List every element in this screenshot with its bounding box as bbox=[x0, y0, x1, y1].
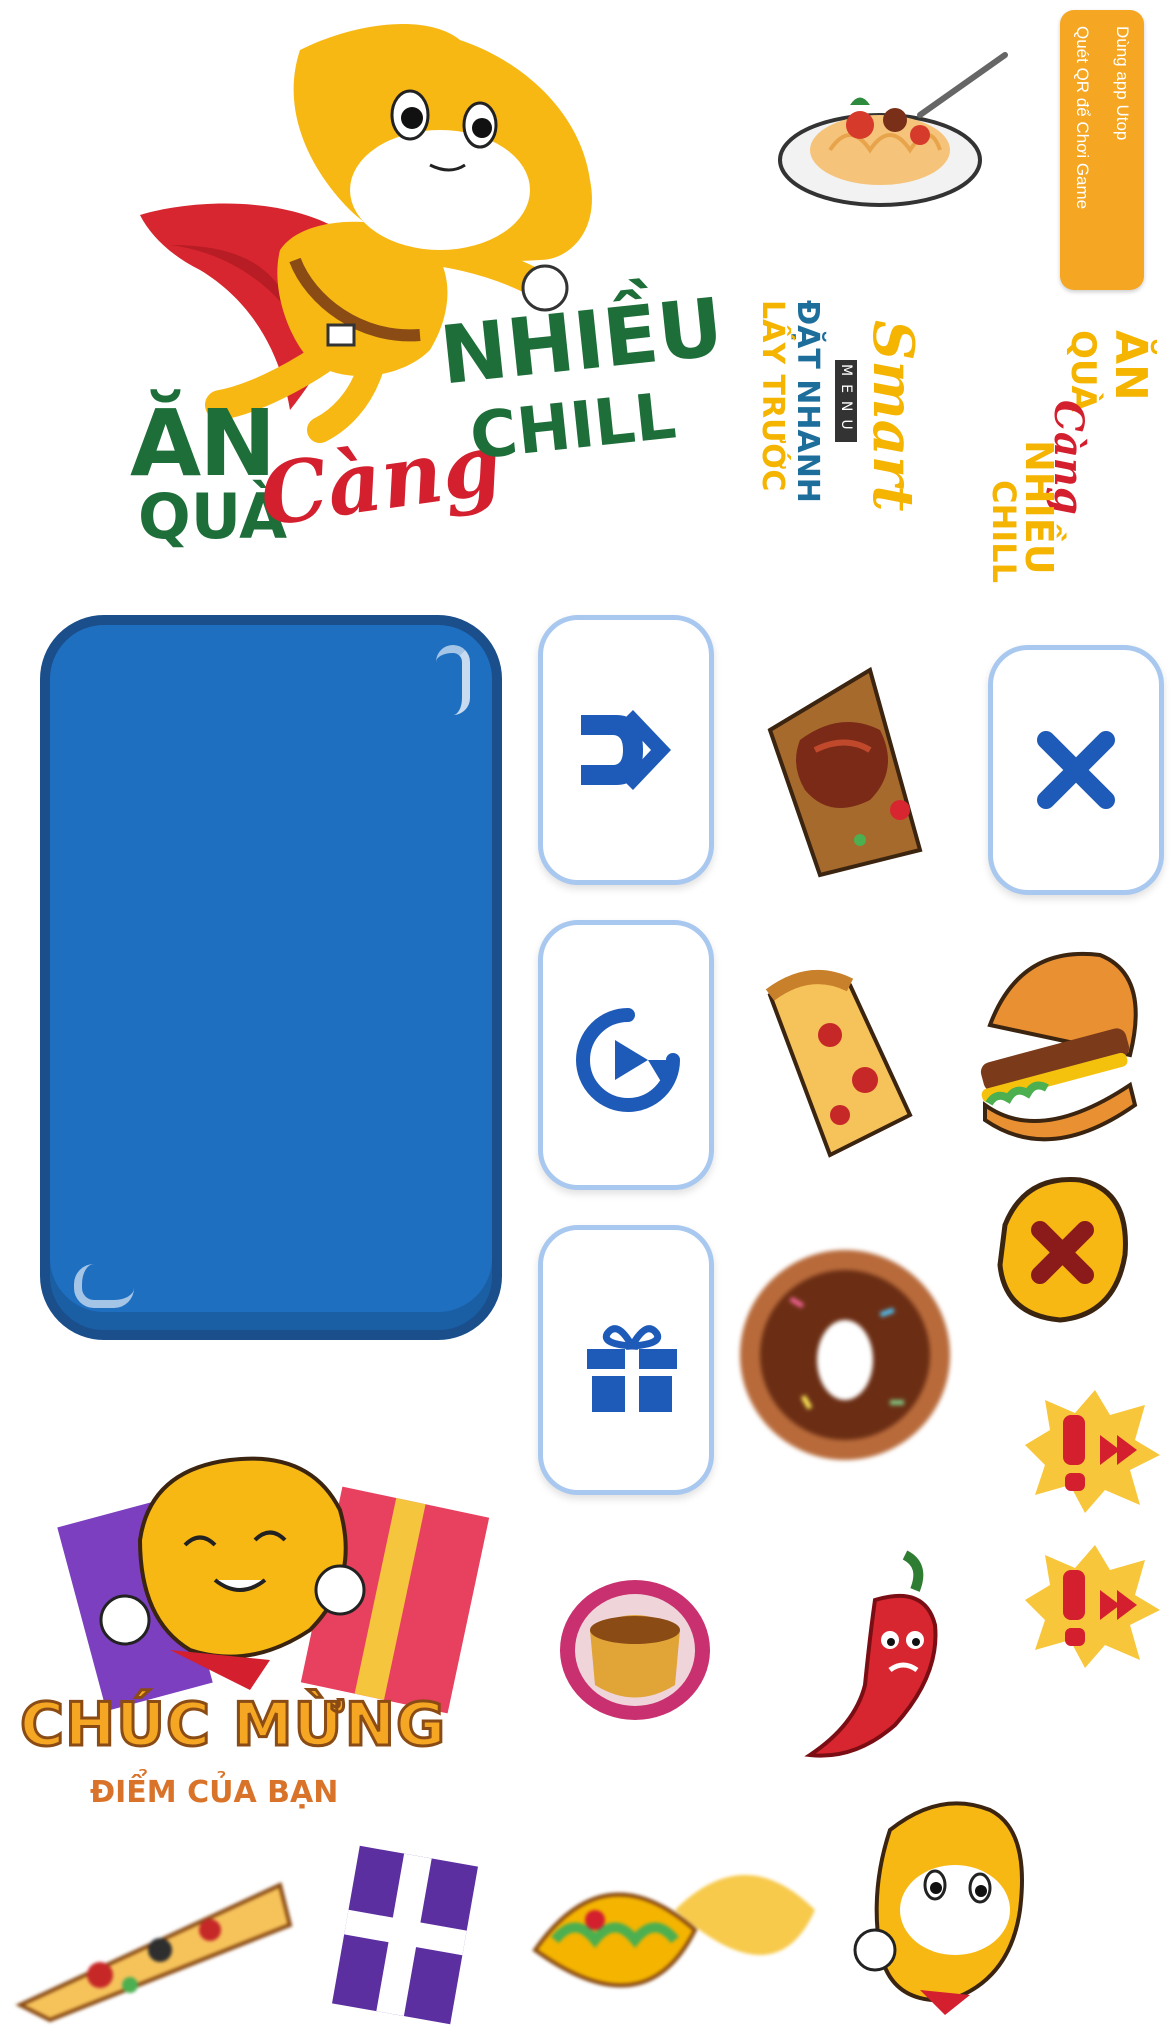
burger-sticker bbox=[960, 935, 1150, 1155]
chili-pepper-icon bbox=[804, 1550, 938, 1758]
donut-icon bbox=[740, 1250, 950, 1460]
pizza-slice-icon bbox=[765, 970, 913, 1158]
mascot-thinking-icon bbox=[853, 1801, 1024, 2015]
wrong-icon bbox=[997, 1177, 1128, 1323]
wrong-button[interactable] bbox=[985, 1165, 1135, 1335]
promo-tag: Dùng app Utop Quét QR để Chơi Game bbox=[1060, 10, 1144, 290]
pizza-slice-sticker bbox=[760, 965, 920, 1165]
promo-line2: Quét QR để Chơi Game bbox=[1073, 26, 1092, 210]
small-logo-line1: ĂN bbox=[1105, 330, 1156, 401]
gift-button[interactable] bbox=[538, 1225, 714, 1495]
alert-sticker-2 bbox=[1015, 1540, 1165, 1670]
panel-shine-bottom bbox=[74, 1264, 134, 1308]
steak-sticker bbox=[760, 660, 930, 880]
smart-line2: LẤY TRƯỚC bbox=[755, 300, 790, 492]
donut-sticker bbox=[730, 1240, 960, 1470]
taco-icon bbox=[532, 1875, 815, 1988]
pizza-icon bbox=[15, 1882, 293, 2023]
taco-sticker bbox=[525, 1830, 825, 2030]
smart-line1: ĐẶT NHANH bbox=[790, 300, 825, 503]
pizza-sticker bbox=[10, 1865, 300, 2025]
small-logo-right2: CHILL bbox=[985, 480, 1023, 583]
burger-icon bbox=[980, 951, 1138, 1142]
alert-sticker-1 bbox=[1015, 1385, 1165, 1515]
flan-sticker bbox=[550, 1560, 720, 1730]
mascot-gift-icon bbox=[57, 1456, 490, 1714]
spaghetti-sticker bbox=[770, 40, 1010, 210]
gift-box-icon bbox=[332, 1845, 478, 2025]
close-icon bbox=[1037, 731, 1115, 809]
congrats-sticker: CHÚC MỪNG ĐIỂM CỦA BẠN bbox=[18, 1430, 490, 1850]
promo-line1: Dùng app Utop bbox=[1113, 26, 1132, 141]
small-logo-right1: NHIỀU bbox=[1017, 440, 1061, 575]
mascot-peek-sticker bbox=[830, 1790, 1050, 2030]
congrats-subtitle: ĐIỂM CỦA BẠN bbox=[90, 1775, 339, 1810]
gift-box-sticker bbox=[330, 1845, 480, 2025]
main-logo: ĂN QUÀ Càng NHIỀU CHILL bbox=[130, 20, 730, 580]
congrats-title: CHÚC MỪNG bbox=[18, 1689, 447, 1762]
replay-icon bbox=[576, 1008, 680, 1112]
gift-icon bbox=[587, 1325, 677, 1412]
next-icon bbox=[581, 710, 671, 790]
spaghetti-icon bbox=[778, 52, 1008, 207]
exclamation-burst-icon bbox=[1025, 1390, 1160, 1513]
exclamation-burst-icon bbox=[1025, 1545, 1160, 1668]
smart-menu-tag: MENU bbox=[835, 360, 857, 442]
flan-icon bbox=[560, 1580, 710, 1720]
smart-script-text: Smart bbox=[860, 320, 926, 512]
steak-icon bbox=[767, 666, 923, 878]
smart-menu-logo: Smart MENU ĐẶT NHANH LẤY TRƯỚC bbox=[750, 300, 950, 570]
next-button[interactable] bbox=[538, 615, 714, 885]
small-logo: ĂN QUÀ Càng NHIỀU CHILL bbox=[985, 330, 1156, 620]
chili-sticker bbox=[795, 1545, 965, 1775]
blue-board-panel bbox=[40, 615, 502, 1340]
panel-shine bbox=[436, 645, 470, 715]
replay-button[interactable] bbox=[538, 920, 714, 1190]
close-button[interactable] bbox=[988, 645, 1164, 895]
